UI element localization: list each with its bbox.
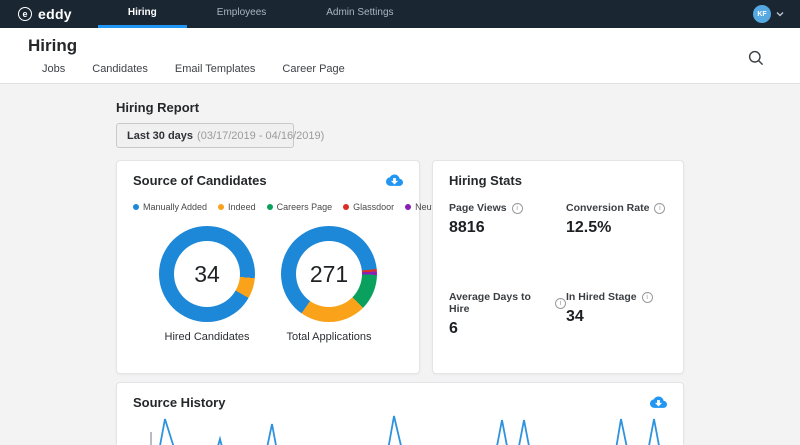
- hired-candidates-donut-ring: 34: [159, 226, 255, 322]
- card-title: Hiring Stats: [449, 173, 667, 188]
- total-applications-donut-ring: 271: [281, 226, 377, 322]
- stat-value: 12.5%: [566, 219, 667, 237]
- page-header: Hiring Jobs Candidates Email Templates C…: [0, 28, 800, 84]
- cloud-download-icon[interactable]: [650, 395, 667, 408]
- tab-jobs[interactable]: Jobs: [42, 63, 65, 75]
- top-nav: e eddy Hiring Employees Admin Settings K…: [0, 0, 800, 28]
- nav-item-admin-settings[interactable]: Admin Settings: [296, 0, 423, 28]
- date-range-value: Last 30 days: [127, 130, 193, 142]
- cloud-download-icon[interactable]: [386, 173, 403, 186]
- nav-item-hiring[interactable]: Hiring: [98, 0, 187, 28]
- legend-item: Careers Page: [267, 202, 333, 212]
- source-history-card: Source History: [116, 382, 684, 445]
- chevron-down-icon[interactable]: [776, 11, 784, 17]
- card-title: Source History: [133, 395, 225, 410]
- donut-value: 271: [310, 261, 348, 288]
- stat-in-hired-stage: In Hired Stagei 34: [566, 291, 667, 338]
- total-applications-donut: 271 Total Applications: [281, 226, 377, 343]
- donut-value: 34: [194, 261, 220, 288]
- tab-candidates[interactable]: Candidates: [92, 63, 148, 75]
- info-icon[interactable]: i: [555, 298, 566, 309]
- avatar[interactable]: KF: [753, 5, 771, 23]
- date-range-detail: (03/17/2019 - 04/16/2019): [197, 130, 324, 142]
- legend-dot-careers-page: [267, 204, 273, 210]
- stat-conversion-rate: Conversion Ratei 12.5%: [566, 202, 667, 237]
- donut-label: Total Applications: [281, 331, 377, 343]
- donut-label: Hired Candidates: [159, 331, 255, 343]
- content-area: Hiring Report Last 30 days (03/17/2019 -…: [0, 100, 800, 445]
- brand-logo[interactable]: e eddy: [0, 0, 90, 28]
- brand-name: eddy: [38, 6, 72, 22]
- legend-dot-glassdoor: [343, 204, 349, 210]
- eddy-logo-icon: e: [18, 7, 32, 21]
- legend-item: Glassdoor: [343, 202, 394, 212]
- donut-charts: 34 Hired Candidates 271 Total Applicatio…: [133, 226, 403, 343]
- report-heading: Hiring Report: [116, 100, 684, 115]
- info-icon[interactable]: i: [654, 203, 665, 214]
- page-title: Hiring: [0, 28, 800, 56]
- legend-dot-neuvoo: [405, 204, 411, 210]
- hired-candidates-donut: 34 Hired Candidates: [159, 226, 255, 343]
- tab-career-page[interactable]: Career Page: [282, 63, 344, 75]
- legend-dot-manually-added: [133, 204, 139, 210]
- stats-grid: Page Viewsi 8816 Conversion Ratei 12.5% …: [449, 202, 667, 338]
- legend-item: Indeed: [218, 202, 256, 212]
- nav-item-employees[interactable]: Employees: [187, 0, 296, 28]
- stat-value: 6: [449, 320, 566, 338]
- stat-value: 34: [566, 308, 667, 326]
- hiring-tabs: Jobs Candidates Email Templates Career P…: [0, 56, 800, 75]
- info-icon[interactable]: i: [512, 203, 523, 214]
- stat-value: 8816: [449, 219, 566, 237]
- tab-email-templates[interactable]: Email Templates: [175, 63, 256, 75]
- date-range-dropdown[interactable]: Last 30 days (03/17/2019 - 04/16/2019): [116, 123, 294, 148]
- search-icon[interactable]: [748, 50, 764, 69]
- cards-row: Source of Candidates Manually Added Inde…: [116, 160, 684, 374]
- source-history-line-chart: [117, 412, 685, 445]
- stat-page-views: Page Viewsi 8816: [449, 202, 566, 237]
- legend-item: Manually Added: [133, 202, 207, 212]
- card-title: Source of Candidates: [133, 173, 267, 188]
- source-of-candidates-card: Source of Candidates Manually Added Inde…: [116, 160, 420, 374]
- hiring-stats-card: Hiring Stats Page Viewsi 8816 Conversion…: [432, 160, 684, 374]
- nav-user-menu[interactable]: KF: [753, 0, 800, 28]
- stat-average-days-to-hire: Average Days to Hirei 6: [449, 291, 566, 338]
- info-icon[interactable]: i: [642, 292, 653, 303]
- legend-dot-indeed: [218, 204, 224, 210]
- primary-nav: Hiring Employees Admin Settings: [98, 0, 424, 28]
- donut-legend: Manually Added Indeed Careers Page Glass…: [133, 202, 403, 212]
